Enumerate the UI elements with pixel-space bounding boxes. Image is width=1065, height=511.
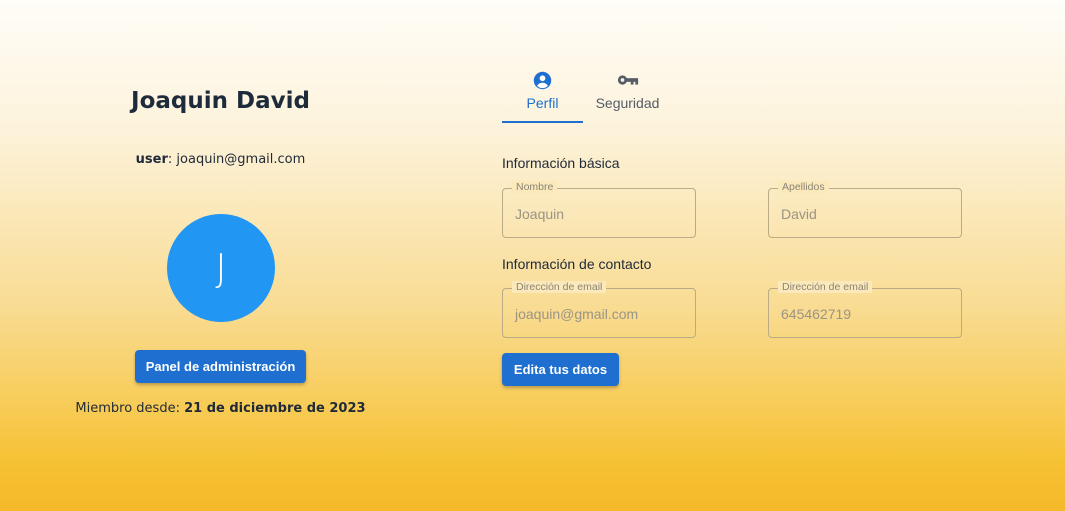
member-since-label: Miembro desde: <box>75 401 180 416</box>
email-field-value: joaquin@gmail.com <box>515 306 639 322</box>
phone-field-value: 645462719 <box>781 306 852 322</box>
apellidos-field-label: Apellidos <box>778 181 829 193</box>
tab-seguridad-label: Seguridad <box>595 95 660 111</box>
key-icon <box>617 70 639 90</box>
admin-panel-button[interactable]: Panel de administración <box>135 350 306 383</box>
contact-info-title: Información de contacto <box>502 256 652 272</box>
nombre-field[interactable]: Nombre Joaquin <box>502 181 696 238</box>
member-since-date: 21 de diciembre de 2023 <box>184 401 366 416</box>
user-email: joaquin@gmail.com <box>176 152 306 167</box>
email-field[interactable]: Dirección de email joaquin@gmail.com <box>502 281 696 338</box>
avatar-letter: J <box>215 246 227 290</box>
tab-perfil[interactable]: Perfil <box>502 66 583 123</box>
apellidos-field-value: David <box>781 206 817 222</box>
avatar: J <box>167 214 275 322</box>
nombre-field-value: Joaquin <box>515 206 565 222</box>
user-line: user: joaquin@gmail.com <box>135 152 306 167</box>
nombre-field-label: Nombre <box>512 181 558 193</box>
tab-perfil-label: Perfil <box>526 95 559 111</box>
edit-data-button[interactable]: Edita tus datos <box>502 353 619 386</box>
phone-field[interactable]: Dirección de email 645462719 <box>768 281 962 338</box>
apellidos-field[interactable]: Apellidos David <box>768 181 962 238</box>
email-field-label: Dirección de email <box>512 281 607 293</box>
phone-field-label: Dirección de email <box>778 281 873 293</box>
account-circle-icon <box>533 70 552 90</box>
profile-name: Joaquin David <box>131 88 310 114</box>
tab-seguridad[interactable]: Seguridad <box>585 66 670 123</box>
user-label: user <box>135 152 168 167</box>
member-since: Miembro desde: 21 de diciembre de 2023 <box>0 401 441 416</box>
basic-info-title: Información básica <box>502 155 620 171</box>
